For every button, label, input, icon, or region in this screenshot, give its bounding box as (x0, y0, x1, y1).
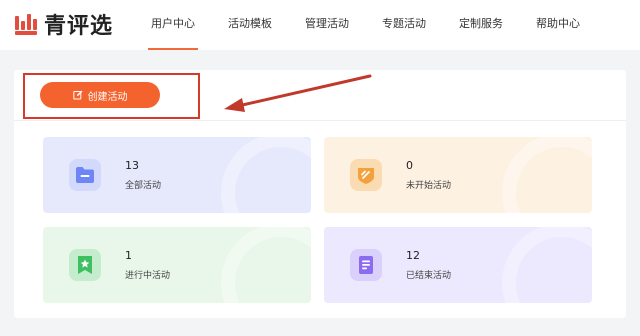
stat-count: 12 (406, 249, 420, 262)
stat-card-in-progress[interactable]: 1 进行中活动 (43, 227, 311, 303)
stat-label: 全部活动 (125, 181, 162, 191)
nav-item-custom-service[interactable]: 定制服务 (448, 0, 514, 50)
nav-item-manage-activities[interactable]: 管理活动 (294, 0, 360, 50)
stat-card-ended[interactable]: 12 已结束活动 (324, 227, 592, 303)
stat-count: 0 (406, 159, 413, 172)
annotation-highlight-box (23, 73, 200, 119)
card-decoration (502, 137, 592, 213)
ticket-icon (350, 159, 382, 191)
activity-overview-panel: 创建活动 13 全部活动 0 未开始活动 1 进行中活动 12 已结束活动 (14, 70, 626, 318)
stat-label: 未开始活动 (406, 181, 452, 191)
document-icon (350, 249, 382, 281)
brand-name: 青评选 (44, 14, 114, 39)
stat-label: 已结束活动 (406, 271, 452, 281)
nav-item-help-center[interactable]: 帮助中心 (525, 0, 591, 50)
stat-count: 13 (125, 159, 139, 172)
brand-logo[interactable]: 青评选 (14, 10, 114, 39)
stat-card-not-started[interactable]: 0 未开始活动 (324, 137, 592, 213)
stat-count: 1 (125, 249, 132, 262)
main-nav: 用户中心 活动模板 管理活动 专题活动 定制服务 帮助中心 (140, 0, 602, 50)
nav-item-user-center[interactable]: 用户中心 (140, 0, 206, 50)
card-decoration (502, 227, 592, 303)
star-bookmark-icon (69, 249, 101, 281)
card-decoration (221, 137, 311, 213)
annotation-arrow-icon (224, 74, 372, 112)
panel-divider (14, 120, 626, 121)
stat-card-all-activities[interactable]: 13 全部活动 (43, 137, 311, 213)
top-navigation-bar: 青评选 用户中心 活动模板 管理活动 专题活动 定制服务 帮助中心 (0, 0, 640, 50)
folder-icon (69, 159, 101, 191)
nav-item-special-activities[interactable]: 专题活动 (371, 0, 437, 50)
stat-label: 进行中活动 (125, 271, 171, 281)
logo-bars-icon (15, 14, 37, 35)
card-decoration (221, 227, 311, 303)
nav-item-activity-templates[interactable]: 活动模板 (217, 0, 283, 50)
